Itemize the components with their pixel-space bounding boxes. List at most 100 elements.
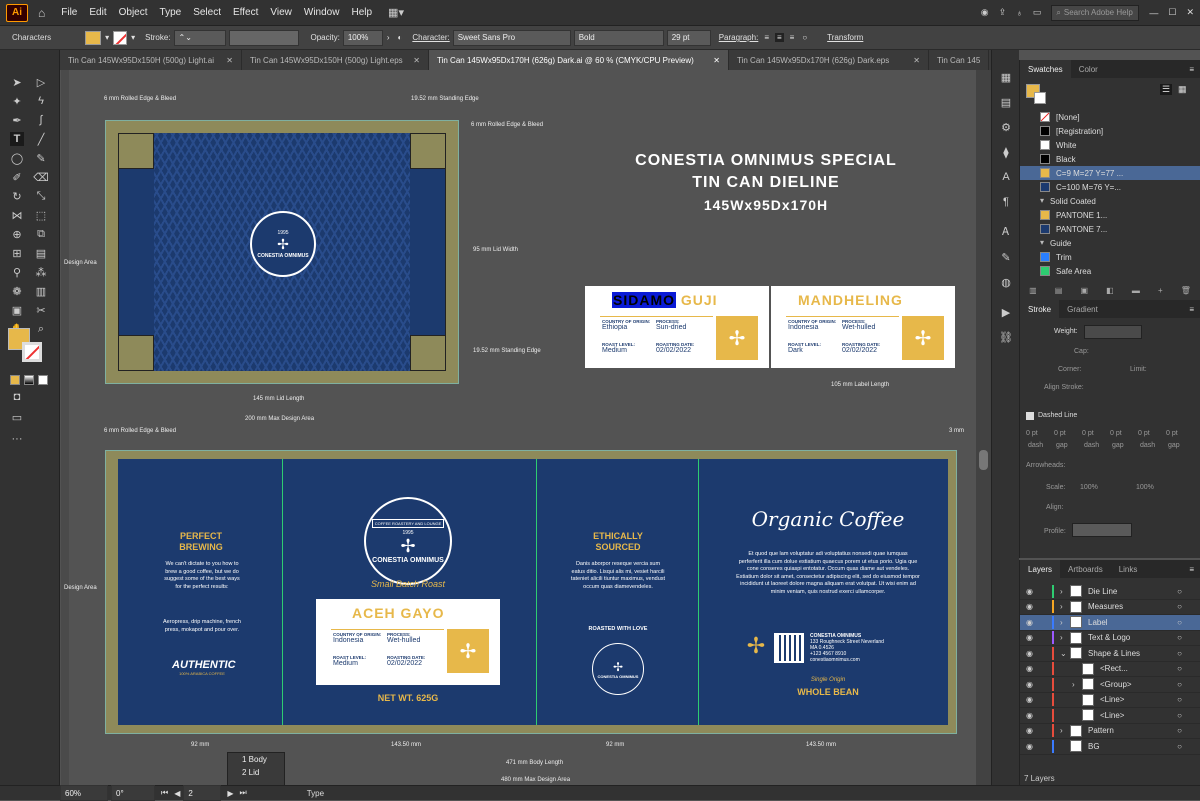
swatch-item[interactable]: [None] (1020, 110, 1200, 124)
expand-arrow-icon[interactable]: › (1060, 618, 1070, 627)
first-artboard-icon[interactable]: ⏮ (161, 788, 168, 798)
visibility-eye-icon[interactable]: ◉ (1026, 633, 1040, 642)
layer-name[interactable]: Shape & Lines (1088, 649, 1140, 658)
tab-doc-2[interactable]: Tin Can 145Wx95Dx150H (500g) Light.eps ✕ (242, 50, 429, 70)
target-circle-icon[interactable]: ○ (1177, 726, 1182, 735)
layer-row[interactable]: ◉ › Die Line ○ (1020, 584, 1200, 600)
dash-val-1[interactable]: 0 pt (1026, 430, 1038, 437)
delete-swatch-icon[interactable]: 🗑 (1181, 286, 1191, 300)
swatch-stroke-preview[interactable] (1034, 92, 1046, 104)
expand-arrow-icon[interactable]: › (1060, 587, 1070, 596)
lasso-icon[interactable]: ϟ (34, 94, 48, 108)
share-icon[interactable]: ⇪ (999, 7, 1007, 18)
stroke-weight-field[interactable]: ⌃⌄ (173, 29, 226, 46)
tab-close-icon[interactable]: ✕ (913, 56, 920, 65)
selection-tool-icon[interactable]: ➤ (10, 75, 24, 89)
layer-name[interactable]: Die Line (1088, 587, 1117, 596)
layer-name[interactable]: <Group> (1100, 680, 1132, 689)
pen-tool-icon[interactable]: ✒ (10, 113, 24, 127)
glyphs-icon[interactable]: Ꭺ (999, 225, 1013, 239)
panel-menu-icon[interactable]: ≡ (1189, 65, 1200, 74)
shaper-icon[interactable]: ✐ (10, 170, 24, 184)
expand-arrow-icon[interactable]: › (1072, 680, 1082, 689)
visibility-eye-icon[interactable]: ◉ (1026, 618, 1040, 627)
properties-icon[interactable]: ▦ (999, 70, 1013, 84)
artboard-tool-icon[interactable]: ▣ (10, 303, 24, 317)
label-aceh-gayo[interactable]: ACEH GAYO COUNTRY OF ORIGIN: Indonesia P… (316, 599, 500, 685)
none-mode-icon[interactable] (38, 375, 48, 385)
swatch-item[interactable]: PANTONE 7... (1020, 222, 1200, 236)
line-tool-icon[interactable]: ╱ (34, 132, 48, 146)
free-transform-icon[interactable]: ⬚ (34, 208, 48, 222)
popup-item-lid[interactable]: 2 Lid (228, 766, 284, 779)
target-circle-icon[interactable]: ○ (1177, 695, 1182, 704)
target-circle-icon[interactable]: ○ (1177, 633, 1182, 642)
menu-help[interactable]: Help (345, 7, 378, 18)
minimize-icon[interactable]: — (1149, 8, 1158, 18)
arrange-icon[interactable]: ▭ (1033, 7, 1042, 18)
tab-doc-4[interactable]: Tin Can 145Wx95Dx170H (626g) Dark.eps ✕ (729, 50, 929, 70)
graph-icon[interactable]: ▥ (34, 284, 48, 298)
dash-val-2[interactable]: 0 pt (1054, 430, 1066, 437)
layer-row[interactable]: ◉ BG ○ (1020, 739, 1200, 755)
color-mode-icon[interactable] (10, 375, 20, 385)
dashed-checkbox[interactable] (1026, 412, 1034, 420)
tab-links[interactable]: Links (1111, 560, 1146, 578)
swatch-options-icon[interactable]: ▣ (1080, 286, 1088, 300)
align-right-icon[interactable]: ≡ (790, 33, 795, 42)
swatch-item[interactable]: Safe Area (1020, 264, 1200, 278)
menu-object[interactable]: Object (113, 7, 154, 18)
layer-row[interactable]: ◉ <Line> ○ (1020, 708, 1200, 724)
visibility-eye-icon[interactable]: ◉ (1026, 587, 1040, 596)
target-circle-icon[interactable]: ○ (1177, 742, 1182, 751)
transform-label[interactable]: Transform (827, 33, 863, 42)
target-circle-icon[interactable]: ○ (1177, 649, 1182, 658)
list-view-icon[interactable]: ☰ (1160, 84, 1173, 95)
swatch-item[interactable]: White (1020, 138, 1200, 152)
tab-close-icon[interactable]: ✕ (226, 56, 233, 65)
visibility-eye-icon[interactable]: ◉ (1026, 711, 1040, 720)
actions-icon[interactable]: ▶ (999, 305, 1013, 319)
dash-val-3[interactable]: 0 pt (1082, 430, 1094, 437)
swatch-item[interactable]: Trim (1020, 250, 1200, 264)
stroke-dropdown-icon[interactable]: ▾ (131, 33, 135, 42)
paragraph-icon[interactable]: ¶ (999, 195, 1013, 209)
tab-artboards[interactable]: Artboards (1060, 560, 1111, 578)
menu-edit[interactable]: Edit (83, 7, 112, 18)
edit-toolbar-icon[interactable]: ··· (10, 432, 24, 446)
dash-val-5[interactable]: 0 pt (1138, 430, 1150, 437)
blend-icon[interactable]: ⁂ (34, 265, 48, 279)
swatch-item[interactable]: C=9 M=27 Y=77 ... (1020, 166, 1200, 180)
mesh-icon[interactable]: ⊞ (10, 246, 24, 260)
paintbrush-icon[interactable]: ✎ (34, 151, 48, 165)
menu-window[interactable]: Window (298, 7, 346, 18)
eraser-icon[interactable]: ⌫ (33, 170, 49, 184)
panel-menu-icon[interactable]: ≡ (1189, 305, 1200, 314)
layer-name[interactable]: Measures (1088, 602, 1123, 611)
swatch-item[interactable]: ▾ Guide (1020, 236, 1200, 250)
recolor-icon[interactable]: ◐ (398, 33, 403, 42)
maximize-icon[interactable]: ☐ (1168, 7, 1176, 18)
character-icon[interactable]: A (999, 170, 1013, 184)
shape-builder-icon[interactable]: ⊕ (10, 227, 24, 241)
scroll-thumb[interactable] (979, 450, 988, 470)
layer-row[interactable]: ◉ › Measures ○ (1020, 600, 1200, 615)
menu-effect[interactable]: Effect (227, 7, 264, 18)
tab-doc-1[interactable]: Tin Can 145Wx95Dx150H (500g) Light.ai ✕ (60, 50, 242, 70)
swatch-item[interactable]: ▾ Solid Coated (1020, 194, 1200, 208)
layer-name[interactable]: BG (1088, 742, 1100, 751)
font-size-field[interactable]: 29 pt (666, 29, 711, 46)
stroke-profile-field[interactable] (228, 29, 299, 46)
zoom-field[interactable]: 60% (60, 785, 108, 801)
expand-arrow-icon[interactable]: › (1060, 726, 1070, 735)
layer-name[interactable]: <Rect... (1100, 664, 1128, 673)
perspective-icon[interactable]: ⧉ (34, 227, 48, 241)
type-tool-icon[interactable]: T (10, 132, 24, 146)
target-circle-icon[interactable]: ○ (1177, 711, 1182, 720)
layer-name[interactable]: <Line> (1100, 711, 1124, 720)
visibility-eye-icon[interactable]: ◉ (1026, 726, 1040, 735)
layer-row[interactable]: ◉ › Text & Logo ○ (1020, 631, 1200, 646)
swatch-library-icon[interactable]: ▥ (1029, 286, 1037, 300)
visibility-eye-icon[interactable]: ◉ (1026, 695, 1040, 704)
tab-swatches[interactable]: Swatches (1020, 60, 1071, 78)
